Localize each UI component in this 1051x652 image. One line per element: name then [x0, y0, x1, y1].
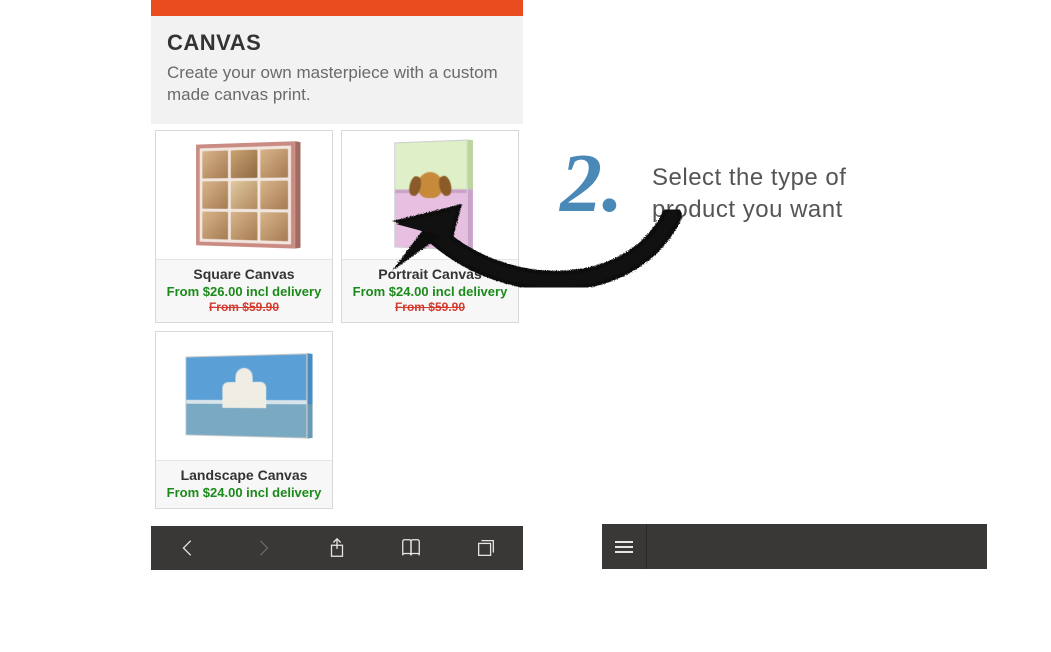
product-price: From $24.00 incl delivery	[160, 485, 328, 500]
brand-bar	[151, 0, 523, 16]
back-icon[interactable]	[176, 536, 200, 560]
product-price: From $24.00 incl delivery	[346, 284, 514, 299]
step-line1: Select the type of	[652, 164, 846, 191]
landscape-canvas-thumbnail	[185, 353, 307, 438]
product-card-landscape-canvas[interactable]: Landscape Canvas From $24.00 incl delive…	[155, 331, 333, 509]
product-info: Square Canvas From $26.00 incl delivery …	[156, 259, 332, 322]
category-title: CANVAS	[167, 30, 507, 56]
step-number: 2.	[560, 142, 623, 226]
product-price: From $26.00 incl delivery	[160, 284, 328, 299]
product-info: Portrait Canvas From $24.00 incl deliver…	[342, 259, 518, 322]
product-name: Portrait Canvas	[346, 266, 514, 282]
product-card-square-canvas[interactable]: Square Canvas From $26.00 incl delivery …	[155, 130, 333, 323]
category-header: CANVAS Create your own masterpiece with …	[151, 16, 523, 124]
menu-icon[interactable]	[602, 524, 647, 569]
portrait-canvas-thumbnail	[394, 140, 467, 251]
product-image	[156, 131, 332, 259]
product-old-price: From $59.90	[346, 300, 514, 314]
step-line2: product you want	[652, 196, 843, 223]
square-canvas-thumbnail	[196, 141, 295, 248]
step-instruction: Select the type of product you want	[652, 162, 846, 227]
share-icon[interactable]	[325, 536, 349, 560]
product-image	[342, 131, 518, 259]
product-old-price: From $59.90	[160, 300, 328, 314]
secondary-toolbar	[602, 524, 987, 569]
bookmarks-icon[interactable]	[399, 536, 423, 560]
forward-icon[interactable]	[251, 536, 275, 560]
category-description: Create your own masterpiece with a custo…	[167, 62, 507, 106]
product-image	[156, 332, 332, 460]
tabs-icon[interactable]	[474, 536, 498, 560]
product-name: Square Canvas	[160, 266, 328, 282]
browser-toolbar	[151, 526, 523, 570]
product-name: Landscape Canvas	[160, 467, 328, 483]
mobile-browser-view: CANVAS Create your own masterpiece with …	[151, 0, 523, 570]
product-card-portrait-canvas[interactable]: Portrait Canvas From $24.00 incl deliver…	[341, 130, 519, 323]
product-grid: Square Canvas From $26.00 incl delivery …	[151, 124, 523, 515]
product-info: Landscape Canvas From $24.00 incl delive…	[156, 460, 332, 508]
